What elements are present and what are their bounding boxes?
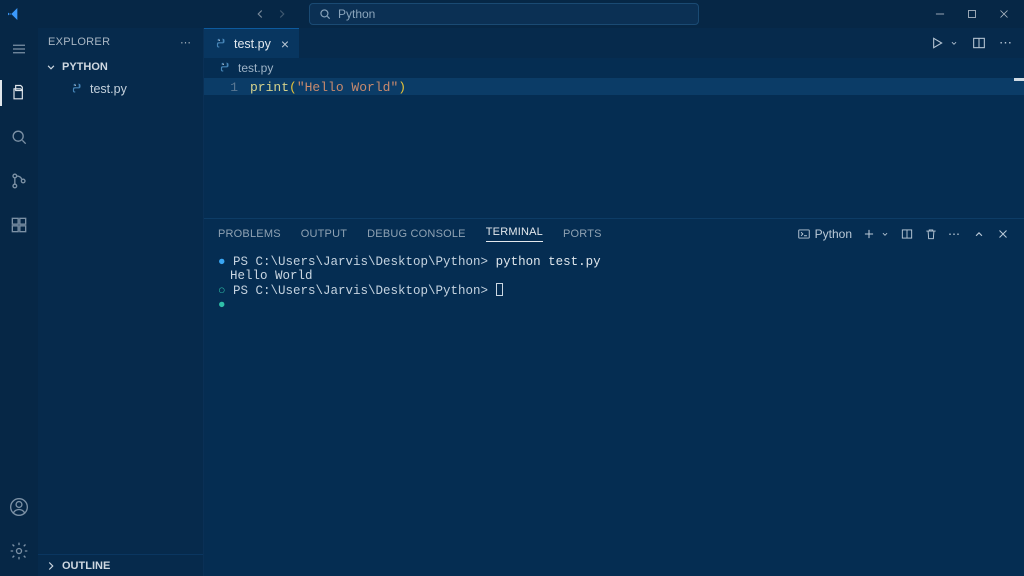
explorer-icon[interactable] — [0, 78, 38, 108]
breadcrumb[interactable]: test.py — [204, 58, 1024, 78]
editor-tab-bar: test.py × ⋯ — [204, 28, 1024, 58]
terminal-cursor — [496, 283, 503, 296]
window-minimize-button[interactable] — [924, 0, 956, 28]
line-number: 1 — [204, 80, 238, 95]
terminal-prompt-2: PS C:\Users\Jarvis\Desktop\Python> — [233, 284, 496, 298]
split-terminal-icon[interactable] — [900, 227, 914, 241]
panel-tab-output[interactable]: OUTPUT — [301, 228, 347, 240]
split-editor-icon[interactable] — [971, 35, 987, 51]
search-placeholder: Python — [338, 7, 375, 21]
bottom-panel: PROBLEMS OUTPUT DEBUG CONSOLE TERMINAL P… — [204, 218, 1024, 576]
extensions-icon[interactable] — [0, 210, 38, 240]
run-button[interactable] — [929, 35, 945, 51]
title-bar: Python — [0, 0, 1024, 28]
search-activity-icon[interactable] — [0, 122, 38, 152]
folder-header[interactable]: PYTHON — [38, 56, 203, 78]
explorer-sidebar: EXPLORER ⋯ PYTHON test.py OUTLINE — [38, 28, 204, 576]
chevron-down-icon — [44, 60, 58, 74]
panel-tab-ports[interactable]: PORTS — [563, 228, 602, 240]
tab-label: test.py — [234, 37, 271, 51]
python-file-icon — [218, 61, 232, 75]
folder-name: PYTHON — [62, 61, 108, 73]
outline-header[interactable]: OUTLINE — [38, 554, 203, 576]
python-file-icon — [214, 37, 228, 51]
activity-bar — [0, 28, 38, 576]
window-maximize-button[interactable] — [956, 0, 988, 28]
python-file-icon — [70, 82, 84, 96]
chevron-right-icon — [44, 559, 58, 573]
settings-gear-icon[interactable] — [0, 536, 38, 566]
window-close-button[interactable] — [988, 0, 1020, 28]
breadcrumb-file: test.py — [238, 61, 273, 75]
tab-test-py[interactable]: test.py × — [204, 28, 299, 58]
file-label: test.py — [90, 82, 127, 96]
panel-more-icon[interactable]: ⋯ — [948, 227, 962, 241]
file-item-test-py[interactable]: test.py — [38, 78, 203, 100]
terminal-prompt-1: PS C:\Users\Jarvis\Desktop\Python> — [233, 255, 496, 269]
panel-tab-debug-console[interactable]: DEBUG CONSOLE — [367, 228, 466, 240]
code-editor[interactable]: 1 print("Hello World") — [204, 78, 1024, 218]
terminal-icon — [797, 227, 811, 241]
terminal-body[interactable]: ● PS C:\Users\Jarvis\Desktop\Python> pyt… — [204, 249, 1024, 576]
terminal-command-1: python test.py — [496, 255, 601, 269]
terminal-shell-selector[interactable]: Python — [797, 227, 852, 241]
panel-tab-terminal[interactable]: TERMINAL — [486, 226, 543, 242]
editor-more-icon[interactable]: ⋯ — [999, 35, 1014, 51]
explorer-title: EXPLORER — [48, 36, 110, 48]
source-control-icon[interactable] — [0, 166, 38, 196]
panel-tab-problems[interactable]: PROBLEMS — [218, 228, 281, 240]
menu-icon[interactable] — [0, 34, 38, 64]
nav-forward-icon[interactable] — [275, 7, 289, 21]
nav-arrows — [253, 7, 289, 21]
search-icon — [318, 7, 332, 21]
kill-terminal-icon[interactable] — [924, 227, 938, 241]
outline-label: OUTLINE — [62, 560, 110, 572]
tab-close-icon[interactable]: × — [281, 36, 289, 52]
terminal-dropdown-icon[interactable] — [880, 229, 890, 239]
account-icon[interactable] — [0, 492, 38, 522]
panel-maximize-icon[interactable] — [972, 227, 986, 241]
run-dropdown-icon[interactable] — [949, 38, 959, 48]
nav-back-icon[interactable] — [253, 7, 267, 21]
terminal-output-1: Hello World — [218, 269, 1010, 283]
new-terminal-icon[interactable] — [862, 227, 876, 241]
panel-close-icon[interactable] — [996, 227, 1010, 241]
terminal-shell-label: Python — [815, 227, 852, 241]
command-center-search[interactable]: Python — [309, 3, 699, 25]
explorer-more-icon[interactable]: ⋯ — [180, 36, 193, 49]
code-line-1: print("Hello World") — [250, 80, 1024, 95]
vscode-logo-icon — [0, 6, 28, 22]
